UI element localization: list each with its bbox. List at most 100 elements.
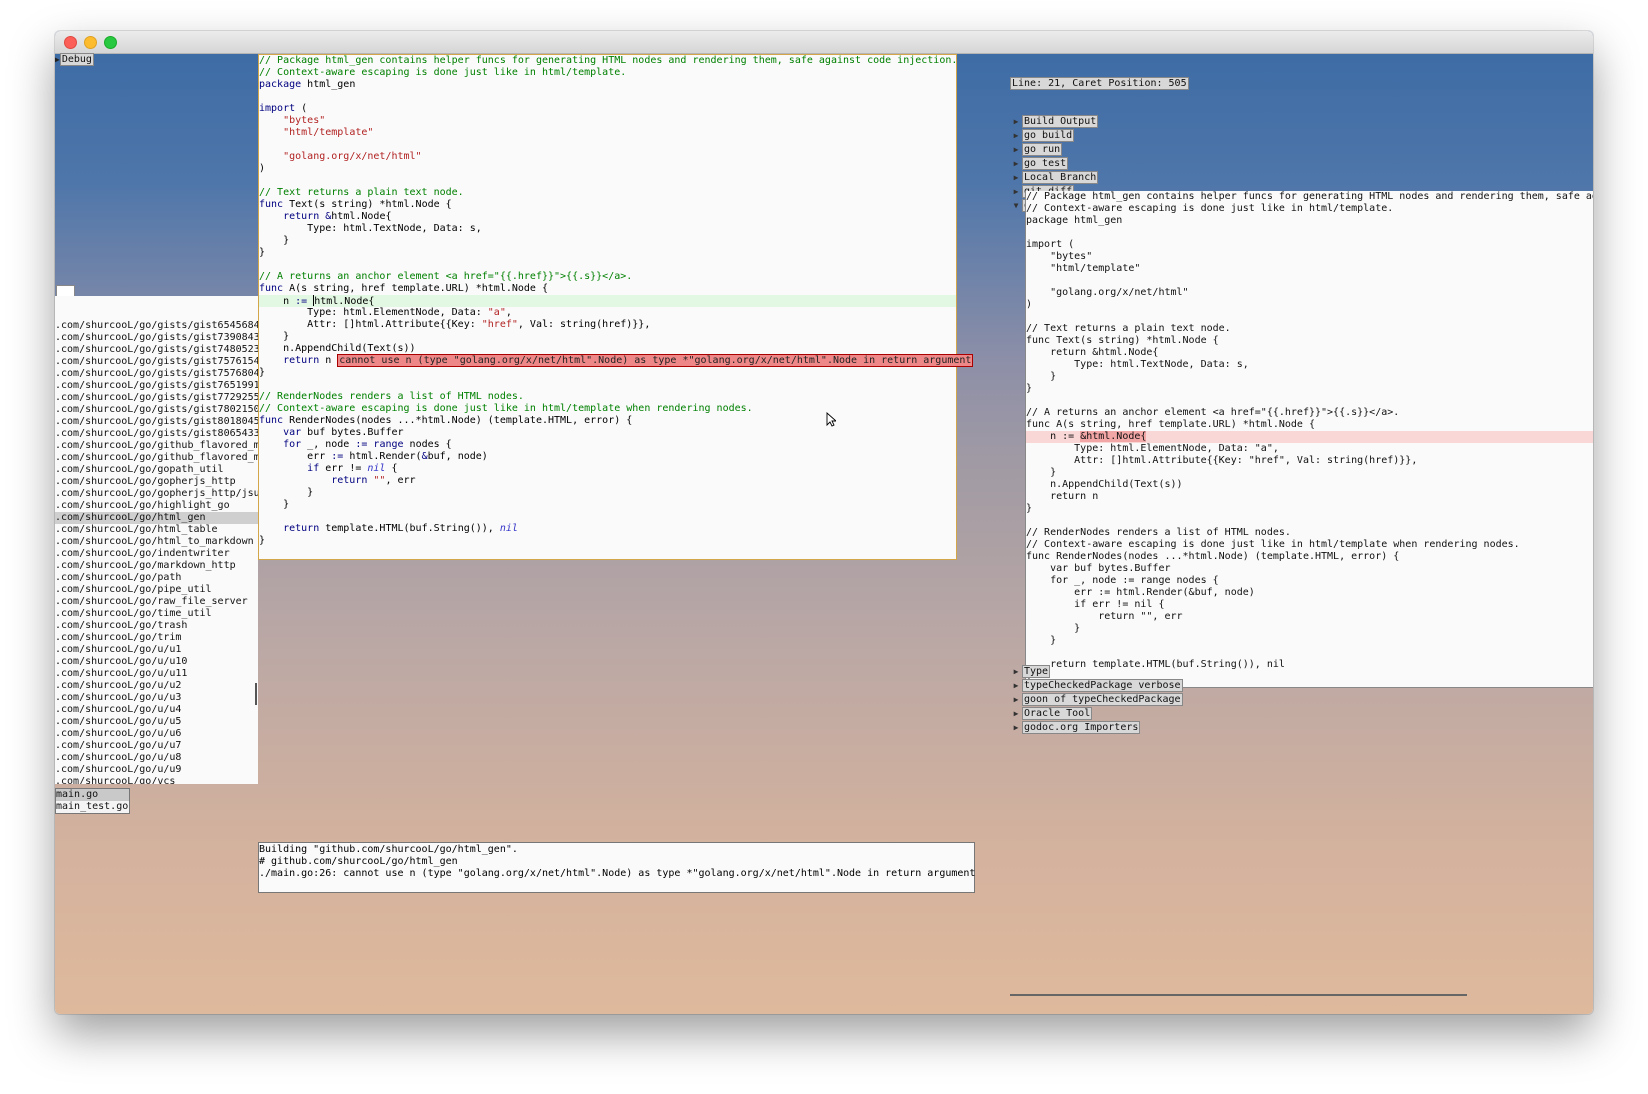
git-show-line: "html/template" [1026, 263, 1141, 274]
package-list-scrollbar[interactable] [255, 683, 257, 705]
package-list-item[interactable]: .com/shurcooL/go/gists/gist6545684 [55, 320, 258, 332]
package-list-item[interactable]: .com/shurcooL/go/u/u11 [55, 668, 258, 680]
debug-label: Debug [59, 53, 94, 66]
minimize-button[interactable] [84, 36, 97, 49]
git-show-line: "golang.org/x/net/html" [1026, 287, 1189, 298]
tool-section-label: Build Output [1022, 115, 1099, 128]
git-show-line: package html_gen [1026, 215, 1123, 226]
package-list-item[interactable]: .com/shurcooL/go/u/u7 [55, 740, 258, 752]
package-list-item[interactable]: .com/shurcooL/go/raw_file_server [55, 596, 258, 608]
tool-section-build-output[interactable]: ▶ Build Output [1010, 115, 1593, 130]
tool-section-local-branch[interactable]: ▶ Local Branch [1010, 171, 1593, 186]
package-list-item[interactable]: .com/shurcooL/go/u/u3 [55, 692, 258, 704]
git-show-line [1026, 227, 1593, 239]
build-output-panel: Building "github.com/shurcooL/go/html_ge… [258, 842, 975, 893]
tool-section-label: go build [1022, 129, 1075, 142]
package-list-item[interactable]: .com/shurcooL/go/github_flavored_m [55, 440, 258, 452]
code-line: // Context-aware escaping is done just l… [259, 67, 627, 78]
package-list-item[interactable]: .com/shurcooL/go/highlight_go [55, 500, 258, 512]
git-show-line [1026, 395, 1593, 407]
git-show-line: n := &html.Node{ [1026, 431, 1593, 443]
package-list-item[interactable]: .com/shurcooL/go/gists/gist7480523 [55, 344, 258, 356]
package-list-item[interactable]: .com/shurcooL/go/gists/gist7802150 [55, 404, 258, 416]
git-show-line: import ( [1026, 239, 1075, 250]
analysis-section-oracle-tool[interactable]: ▶ Oracle Tool [1010, 707, 1183, 722]
title-bar [55, 31, 1593, 54]
git-show-line: return "", err [1026, 611, 1183, 622]
package-list-item[interactable]: .com/shurcooL/go/path [55, 572, 258, 584]
package-list-item[interactable]: .com/shurcooL/go/html_gen [55, 512, 258, 524]
package-list-item[interactable]: .com/shurcooL/go/gists/gist7390843 [55, 332, 258, 344]
analysis-section-godoc-org-importers[interactable]: ▶ godoc.org Importers [1010, 721, 1183, 736]
tool-section-go-test[interactable]: ▶ go test [1010, 157, 1593, 172]
code-line: // RenderNodes renders a list of HTML no… [259, 391, 524, 402]
code-editor[interactable]: // Package html_gen contains helper func… [258, 54, 974, 560]
package-list-item[interactable]: .com/shurcooL/go/trash [55, 620, 258, 632]
triangle-right-icon: ▶ [1013, 695, 1019, 704]
code-line: "html/template" [283, 127, 374, 138]
package-list-item[interactable]: .com/shurcooL/go/vcs [55, 776, 258, 784]
package-list-item[interactable]: .com/shurcooL/go/u/u5 [55, 716, 258, 728]
tool-section-go-run[interactable]: ▶ go run [1010, 143, 1593, 158]
inline-error-message: cannot use n (type "golang.org/x/net/htm… [337, 354, 974, 367]
package-list-item[interactable]: .com/shurcooL/go/gists/gist8018045 [55, 416, 258, 428]
package-list-item[interactable]: .com/shurcooL/go/markdown_http [55, 560, 258, 572]
package-list-item[interactable]: .com/shurcooL/go/gists/gist7651991 [55, 380, 258, 392]
tools-panel: Line: 21, Caret Position: 505 ▶ Build Out… [1010, 54, 1593, 214]
code-line: // Package html_gen contains helper func… [259, 55, 958, 66]
analysis-section-type[interactable]: ▶ Type [1010, 665, 1183, 680]
package-list-item[interactable]: .com/shurcooL/go/gopherjs_http [55, 476, 258, 488]
code-line: } [259, 331, 290, 342]
maximize-button[interactable] [104, 36, 117, 49]
build-output-line: ./main.go:26: cannot use n (type "golang… [259, 868, 976, 879]
package-list-item[interactable]: .com/shurcooL/go/gists/gist7576154 [55, 356, 258, 368]
package-list-item[interactable]: .com/shurcooL/go/gopath_util [55, 464, 258, 476]
code-line: package html_gen [259, 79, 356, 90]
git-show-line: // Context-aware escaping is done just l… [1026, 203, 1394, 214]
file-list-item[interactable]: main.go [56, 789, 129, 801]
analysis-section-goon-of-typecheckedpackage[interactable]: ▶ goon of typeCheckedPackage [1010, 693, 1183, 708]
package-list-item[interactable]: .com/shurcooL/go/u/u8 [55, 752, 258, 764]
code-line: err := html.Render(&buf, node) [259, 451, 488, 462]
package-list-item[interactable]: .com/shurcooL/go/u/u6 [55, 728, 258, 740]
package-list-item[interactable]: .com/shurcooL/go/u/u10 [55, 656, 258, 668]
code-line: func RenderNodes(nodes ...*html.Node) (t… [259, 415, 633, 426]
analysis-section-label: typeCheckedPackage verbose [1022, 679, 1183, 692]
package-list-item[interactable]: .com/shurcooL/go/gists/gist7576804 [55, 368, 258, 380]
git-show-line: Type: html.ElementNode, Data: "a", [1026, 443, 1279, 454]
caret-status-row: Line: 21, Caret Position: 505 [1010, 77, 1593, 92]
git-show-head-panel[interactable]: // Package html_gen contains helper func… [1025, 191, 1593, 688]
git-show-line: // Context-aware escaping is done just l… [1026, 539, 1520, 550]
package-list-item[interactable]: .com/shurcooL/go/pipe_util [55, 584, 258, 596]
code-line: ) [259, 163, 266, 174]
package-list-item[interactable]: .com/shurcooL/go/html_to_markdown [55, 536, 258, 548]
git-show-line [1026, 515, 1593, 527]
package-list-item[interactable]: .com/shurcooL/go/html_table [55, 524, 258, 536]
git-show-line: // Package html_gen contains helper func… [1026, 191, 1593, 202]
package-list-item[interactable]: .com/shurcooL/go/gopherjs_http/jsu [55, 488, 258, 500]
analysis-section-typecheckedpackage-verbose[interactable]: ▶ typeCheckedPackage verbose [1010, 679, 1183, 694]
package-list-item[interactable]: .com/shurcooL/go/time_util [55, 608, 258, 620]
package-list-item[interactable]: .com/shurcooL/go/gists/gist7729255 [55, 392, 258, 404]
debug-toggle[interactable]: ▶ Debug [55, 53, 94, 66]
package-list[interactable]: .com/shurcooL/go/gists/gist6545684 .com/s… [55, 296, 258, 784]
file-list-item[interactable]: main_test.go [56, 801, 129, 813]
package-list-item[interactable]: .com/shurcooL/go/u/u2 [55, 680, 258, 692]
package-list-item[interactable]: .com/shurcooL/go/github_flavored_m [55, 452, 258, 464]
code-line: func Text(s string) *html.Node { [259, 199, 452, 210]
triangle-right-icon: ▶ [1013, 187, 1019, 196]
panel-resize-bar[interactable] [1010, 994, 1467, 996]
tool-section-go-build[interactable]: ▶ go build [1010, 129, 1593, 144]
package-list-item[interactable]: .com/shurcooL/go/u/u9 [55, 764, 258, 776]
analysis-section-label: goon of typeCheckedPackage [1022, 693, 1183, 706]
package-list-item[interactable]: .com/shurcooL/go/u/u1 [55, 644, 258, 656]
triangle-right-icon: ▶ [1013, 709, 1019, 718]
package-list-item[interactable]: .com/shurcooL/go/indentwriter [55, 548, 258, 560]
analysis-section-label: Type [1022, 665, 1051, 678]
package-list-item[interactable]: .com/shurcooL/go/trim [55, 632, 258, 644]
file-list[interactable]: main.go main_test.go [55, 788, 130, 814]
close-button[interactable] [64, 36, 77, 49]
package-list-item[interactable]: .com/shurcooL/go/gists/gist8065433 [55, 428, 258, 440]
package-list-item[interactable]: .com/shurcooL/go/u/u4 [55, 704, 258, 716]
code-line: // Text returns a plain text node. [259, 187, 464, 198]
